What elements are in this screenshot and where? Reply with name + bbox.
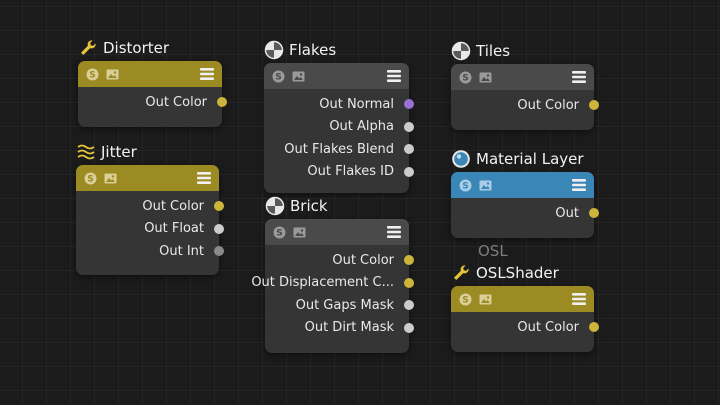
node-title-text: Material Layer — [476, 150, 584, 168]
menu-icon[interactable] — [572, 292, 586, 306]
script-icon[interactable]: S — [86, 68, 99, 81]
node-header[interactable]: S — [76, 165, 219, 191]
output-pin[interactable] — [404, 277, 414, 288]
node-card: S Out Color Out Displacement C... Out Ga… — [251, 219, 414, 353]
node-title-text: Jitter — [101, 143, 137, 161]
svg-text:S: S — [276, 228, 282, 238]
svg-text:S: S — [462, 295, 468, 305]
node-title: Distorter — [78, 37, 169, 59]
waves-icon — [76, 142, 96, 162]
script-icon[interactable]: S — [459, 293, 472, 306]
half-sphere-icon — [451, 41, 471, 61]
node-header[interactable]: S — [451, 64, 594, 90]
node-title: Brick — [265, 195, 328, 217]
output-pin[interactable] — [404, 144, 414, 154]
output-port-row[interactable]: Out Displacement C... — [251, 272, 414, 295]
node-title: Tiles — [451, 40, 510, 62]
output-port-row[interactable]: Out Gaps Mask — [265, 294, 414, 317]
menu-icon[interactable] — [200, 67, 214, 81]
material-sphere-icon — [451, 149, 471, 169]
node-card: S Out — [451, 172, 599, 238]
wrench-icon — [451, 263, 471, 283]
svg-text:S: S — [462, 181, 468, 191]
output-pin[interactable] — [214, 246, 224, 256]
svg-text:S: S — [275, 72, 281, 82]
node-title-text: OSLShader — [476, 264, 559, 282]
image-icon[interactable] — [106, 68, 119, 81]
output-port-row[interactable]: Out Color — [76, 195, 224, 218]
node-card: S Out Color Out Float Out Int — [76, 165, 224, 275]
output-port-row[interactable]: Out Color — [78, 91, 227, 114]
image-icon[interactable] — [479, 179, 492, 192]
output-pin[interactable] — [404, 300, 414, 310]
output-pin[interactable] — [404, 255, 414, 265]
wrench-icon — [78, 38, 98, 58]
node-title-text: Tiles — [476, 42, 511, 60]
output-pin[interactable] — [214, 201, 224, 211]
node-header[interactable]: S — [451, 286, 594, 312]
script-icon[interactable]: S — [272, 70, 285, 83]
output-port-row[interactable]: Out Color — [265, 249, 414, 272]
menu-icon[interactable] — [387, 69, 401, 83]
node-title-text: Brick — [290, 197, 328, 215]
output-port-row[interactable]: Out Normal — [264, 93, 414, 116]
output-pin[interactable] — [217, 97, 227, 107]
output-port-row[interactable]: Out Flakes ID — [264, 161, 414, 184]
image-icon[interactable] — [104, 172, 117, 185]
menu-icon[interactable] — [387, 225, 401, 239]
script-icon[interactable]: S — [459, 179, 472, 192]
output-port-row[interactable]: Out Alpha — [264, 116, 414, 139]
output-pin[interactable] — [404, 166, 414, 177]
node-title: OSLShader — [451, 262, 559, 284]
output-port-row[interactable]: Out Dirt Mask — [265, 317, 414, 340]
output-port-row[interactable]: Out Flakes Blend — [264, 138, 414, 161]
menu-icon[interactable] — [197, 171, 211, 185]
output-pin[interactable] — [404, 99, 414, 109]
node-card: S Out Color — [78, 61, 227, 127]
output-port-row[interactable]: Out Float — [76, 218, 224, 241]
menu-icon[interactable] — [572, 178, 586, 192]
output-port-row[interactable]: Out Color — [451, 94, 599, 117]
output-pin[interactable] — [214, 223, 224, 234]
half-sphere-icon — [265, 196, 285, 216]
script-icon[interactable]: S — [273, 226, 286, 239]
svg-text:S: S — [462, 73, 468, 83]
node-card: S Out Color — [451, 286, 599, 352]
node-title: Jitter — [76, 141, 137, 163]
image-icon[interactable] — [292, 70, 305, 83]
output-port-row[interactable]: Out — [451, 202, 599, 225]
node-card: S Out Color — [451, 64, 599, 130]
script-icon[interactable]: S — [84, 172, 97, 185]
node-title-text: Distorter — [103, 39, 170, 57]
output-port-row[interactable]: Out Color — [451, 316, 599, 339]
output-pin[interactable] — [404, 322, 414, 333]
image-icon[interactable] — [479, 71, 492, 84]
node-title: Material Layer — [451, 148, 584, 170]
node-header[interactable]: S — [78, 61, 222, 87]
image-icon[interactable] — [293, 226, 306, 239]
output-pin[interactable] — [589, 208, 599, 218]
group-label-osl: OSL — [478, 242, 508, 260]
menu-icon[interactable] — [572, 70, 586, 84]
output-port-row[interactable]: Out Int — [76, 240, 224, 263]
half-sphere-icon — [264, 40, 284, 60]
svg-text:S: S — [87, 174, 93, 184]
node-header[interactable]: S — [451, 172, 594, 198]
image-icon[interactable] — [479, 293, 492, 306]
node-header[interactable]: S — [265, 219, 409, 245]
script-icon[interactable]: S — [459, 71, 472, 84]
output-pin[interactable] — [589, 100, 599, 110]
node-title-text: Flakes — [289, 41, 337, 59]
output-pin[interactable] — [404, 121, 414, 132]
output-pin[interactable] — [589, 322, 599, 332]
node-header[interactable]: S — [264, 63, 409, 89]
node-card: S Out Normal Out Alpha Out Flakes Blend … — [264, 63, 414, 193]
node-title: Flakes — [264, 39, 336, 61]
svg-text:S: S — [89, 70, 95, 80]
